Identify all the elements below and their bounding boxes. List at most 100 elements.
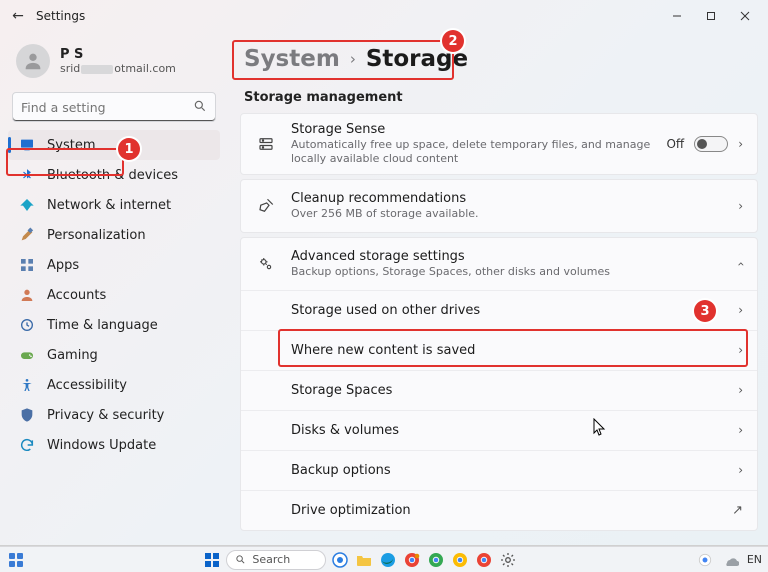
cleanup-sub: Over 256 MB of storage available. (291, 207, 724, 221)
sidebar-item-label: Privacy & security (47, 408, 164, 423)
advanced-item-label: Where new content is saved (291, 343, 738, 358)
chrome-icon[interactable] (474, 550, 494, 570)
chrome-icon[interactable] (402, 550, 422, 570)
sidebar-item-label: Bluetooth & devices (47, 168, 178, 183)
sidebar-item-apps[interactable]: Apps (8, 250, 220, 280)
search-icon (193, 98, 207, 117)
gears-icon (255, 255, 277, 273)
sidebar-item-label: Gaming (47, 348, 98, 363)
brush-icon (18, 226, 36, 244)
sidebar-item-label: Network & internet (47, 198, 171, 213)
breadcrumb-parent[interactable]: System (244, 46, 340, 72)
chrome-tray-icon[interactable] (695, 550, 715, 570)
title-bar: ← Settings (0, 0, 768, 32)
sidebar-item-label: Accessibility (47, 378, 127, 393)
close-button[interactable] (728, 2, 762, 30)
bluetooth-icon (18, 166, 36, 184)
person-icon (18, 286, 36, 304)
taskbar-search-label: Search (252, 553, 290, 566)
chevron-right-icon: › (350, 50, 356, 68)
cleanup-title: Cleanup recommendations (291, 191, 724, 206)
cleanup-card[interactable]: Cleanup recommendations Over 256 MB of s… (240, 179, 758, 233)
wifi-icon (18, 196, 36, 214)
advanced-card: Advanced storage settings Backup options… (240, 237, 758, 531)
chevron-right-icon: › (738, 303, 743, 317)
shield-icon (18, 406, 36, 424)
edge-icon[interactable] (378, 550, 398, 570)
sidebar-item-network-internet[interactable]: Network & internet (8, 190, 220, 220)
window-title: Settings (36, 9, 85, 23)
chevron-right-icon: › (738, 383, 743, 397)
advanced-item-label: Drive optimization (291, 503, 732, 518)
explorer-icon[interactable] (354, 550, 374, 570)
sidebar-item-label: Windows Update (47, 438, 156, 453)
copilot-icon[interactable] (330, 550, 350, 570)
start-icon[interactable] (202, 550, 222, 570)
sidebar-item-bluetooth-devices[interactable]: Bluetooth & devices (8, 160, 220, 190)
settings-search[interactable] (12, 92, 216, 122)
maximize-button[interactable] (694, 2, 728, 30)
advanced-item-storage-spaces[interactable]: Storage Spaces› (241, 370, 757, 410)
settings-app-icon[interactable] (498, 550, 518, 570)
sidebar-item-privacy-security[interactable]: Privacy & security (8, 400, 220, 430)
chevron-right-icon: › (738, 343, 743, 357)
sidebar-item-label: Personalization (47, 228, 146, 243)
advanced-item-label: Storage Spaces (291, 383, 738, 398)
storage-sense-card[interactable]: Storage Sense Automatically free up spac… (240, 113, 758, 175)
chrome-icon[interactable] (426, 550, 446, 570)
taskbar-search[interactable]: Search (226, 550, 326, 570)
advanced-sub: Backup options, Storage Spaces, other di… (291, 265, 724, 279)
sidebar-item-accessibility[interactable]: Accessibility (8, 370, 220, 400)
monitor-icon (18, 136, 36, 154)
sidebar-item-personalization[interactable]: Personalization (8, 220, 220, 250)
account-block[interactable]: P S sridotmail.com (8, 40, 220, 88)
sidebar-item-label: Time & language (47, 318, 158, 333)
apps-icon (18, 256, 36, 274)
sidebar-item-windows-update[interactable]: Windows Update (8, 430, 220, 460)
search-input[interactable] (21, 100, 193, 115)
advanced-header[interactable]: Advanced storage settings Backup options… (241, 238, 757, 290)
chevron-right-icon: › (738, 199, 743, 213)
update-icon (18, 436, 36, 454)
minimize-button[interactable] (660, 2, 694, 30)
sidebar-item-time-language[interactable]: Time & language (8, 310, 220, 340)
avatar (16, 44, 50, 78)
breadcrumb: System › Storage (240, 36, 758, 90)
advanced-item-label: Disks & volumes (291, 423, 738, 438)
back-button[interactable]: ← (6, 8, 30, 24)
chevron-up-icon: › (734, 261, 748, 266)
broom-icon (255, 197, 277, 215)
user-email: sridotmail.com (60, 62, 176, 75)
chrome-icon[interactable] (450, 550, 470, 570)
open-external-icon: ↗ (732, 503, 743, 518)
advanced-item-disks-volumes[interactable]: Disks & volumes› (241, 410, 757, 450)
storage-sense-title: Storage Sense (291, 122, 652, 137)
sidebar-item-system[interactable]: System (8, 130, 220, 160)
toggle-label: Off (666, 137, 684, 151)
accessibility-icon (18, 376, 36, 394)
chevron-right-icon: › (738, 137, 743, 151)
onedrive-icon[interactable] (721, 550, 741, 570)
taskbar[interactable]: Search EN (0, 546, 768, 572)
advanced-item-where-new-content-is-saved[interactable]: Where new content is saved› (241, 330, 757, 370)
section-heading: Storage management (244, 90, 758, 105)
chevron-right-icon: › (738, 463, 743, 477)
sidebar-item-label: System (47, 138, 95, 153)
advanced-item-label: Backup options (291, 463, 738, 478)
game-icon (18, 346, 36, 364)
storage-sense-sub: Automatically free up space, delete temp… (291, 138, 652, 166)
sidebar-item-label: Accounts (47, 288, 106, 303)
advanced-title: Advanced storage settings (291, 249, 724, 264)
advanced-item-backup-options[interactable]: Backup options› (241, 450, 757, 490)
sidebar-item-accounts[interactable]: Accounts (8, 280, 220, 310)
breadcrumb-current: Storage (366, 46, 468, 72)
language-indicator[interactable]: EN (747, 553, 762, 566)
widgets-icon[interactable] (6, 550, 26, 570)
advanced-item-storage-used-on-other-drives[interactable]: Storage used on other drives› (241, 290, 757, 330)
sidebar-item-label: Apps (47, 258, 79, 273)
sidebar-item-gaming[interactable]: Gaming (8, 340, 220, 370)
advanced-item-drive-optimization[interactable]: Drive optimization↗ (241, 490, 757, 530)
advanced-item-label: Storage used on other drives (291, 303, 738, 318)
user-name: P S (60, 47, 176, 62)
storage-sense-toggle[interactable] (694, 136, 728, 152)
